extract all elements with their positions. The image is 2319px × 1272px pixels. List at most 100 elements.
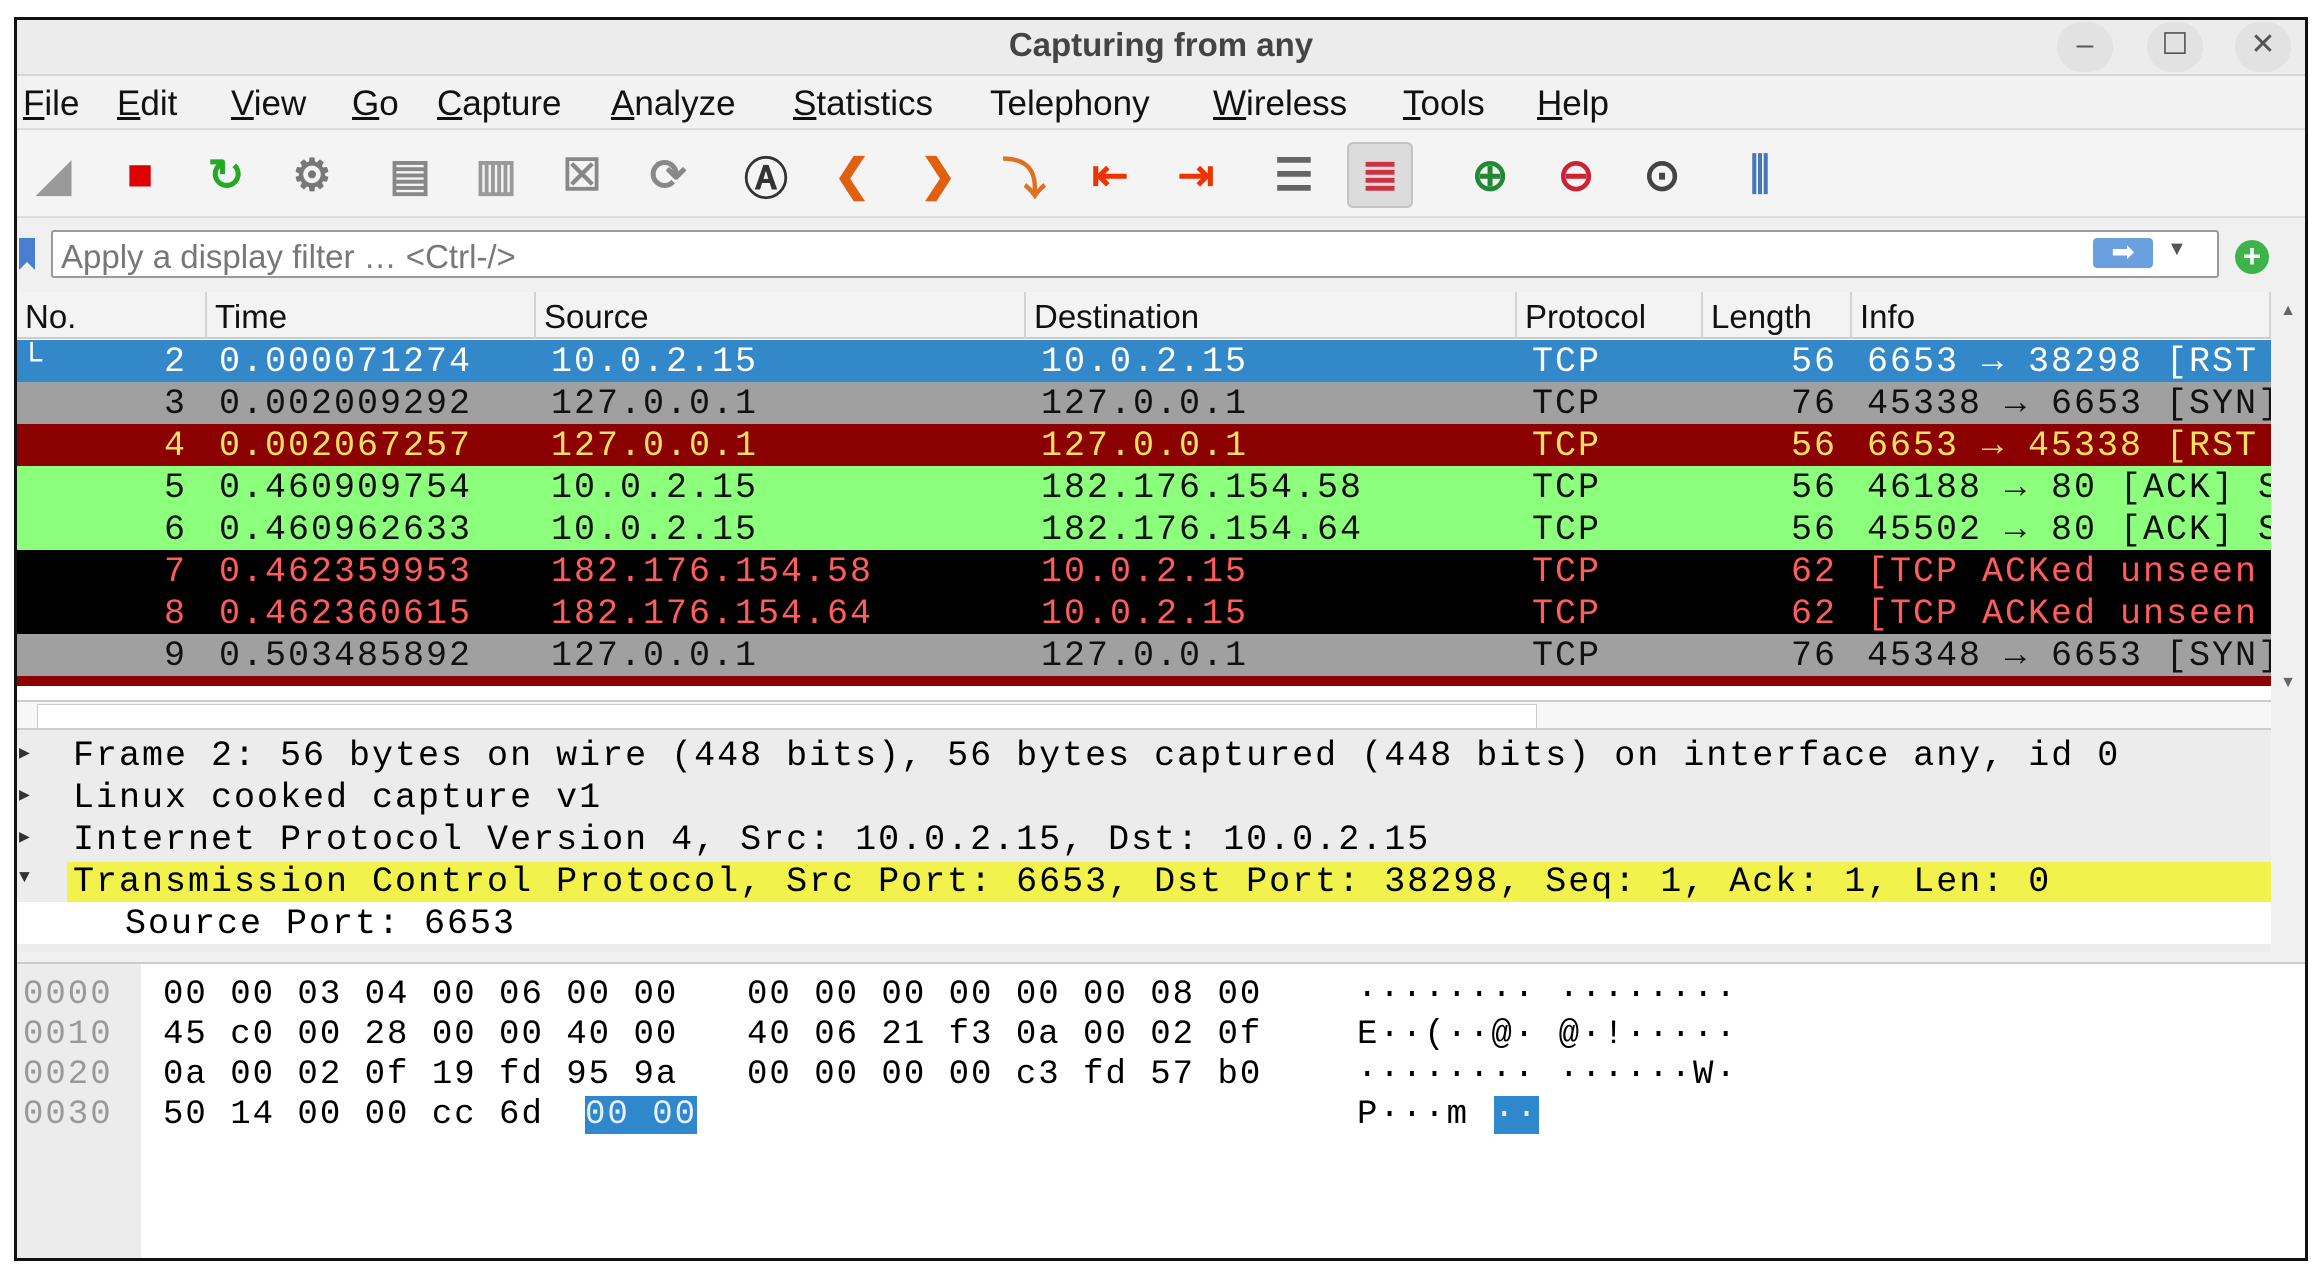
detail-row[interactable]: ▼ Transmission Control Protocol, Src Port… xyxy=(17,860,2271,902)
detail-text: Linux cooked capture v1 xyxy=(73,778,603,818)
cell-proto: TCP xyxy=(1532,426,1602,466)
find-packet-icon[interactable]: Ⓐ xyxy=(733,142,799,208)
menu-view[interactable]: View xyxy=(231,84,306,124)
zoom-out-icon[interactable]: ⊖ xyxy=(1543,142,1609,208)
detail-row[interactable]: ▶ Frame 2: 56 bytes on wire (448 bits), 5… xyxy=(17,734,2271,776)
menu-statistics[interactable]: Statistics xyxy=(793,84,933,124)
packet-row[interactable]: 8 0.462360615 182.176.154.64 10.0.2.15 TCP 62… xyxy=(17,592,2271,634)
packet-row[interactable]: 4 0.002067257 127.0.0.1 127.0.0.1 TCP 56 6653 … xyxy=(17,424,2271,466)
hex-bytes-2[interactable]: 00 00 00 00 c3 fd 57 b0 xyxy=(747,1056,1262,1094)
menu-edit[interactable]: Edit xyxy=(117,84,177,124)
cell-time: 0.002009292 xyxy=(219,384,473,424)
menu-analyze[interactable]: Analyze xyxy=(611,84,736,124)
cell-src: 127.0.0.1 xyxy=(551,384,759,424)
restart-capture-icon[interactable]: ↻ xyxy=(193,142,259,208)
close-file-icon[interactable]: ☒ xyxy=(549,142,615,208)
hex-bytes-1[interactable]: 50 14 00 00 cc 6d xyxy=(163,1096,544,1134)
hex-bytes-selected[interactable]: 00 00 xyxy=(585,1096,698,1134)
save-file-icon[interactable]: ▥ xyxy=(463,142,529,208)
go-to-packet-icon[interactable]: ⤵ xyxy=(991,142,1057,208)
hex-bytes-1[interactable]: 00 00 03 04 00 06 00 00 xyxy=(163,976,678,1014)
cell-proto: TCP xyxy=(1532,510,1602,550)
hex-bytes-1[interactable]: 0a 00 02 0f 19 fd 95 9a xyxy=(163,1056,678,1094)
hex-row: 0000 00 00 03 04 00 06 00 00 00 00 00 00 0… xyxy=(17,976,2305,1016)
column-header-time[interactable]: Time xyxy=(207,292,536,339)
packet-row[interactable]: 6 0.460962633 10.0.2.15 182.176.154.64 TCP 56… xyxy=(17,508,2271,550)
cell-time: 0.460909754 xyxy=(219,468,473,508)
zoom-in-icon[interactable]: ⊕ xyxy=(1457,142,1523,208)
column-header-protocol[interactable]: Protocol xyxy=(1517,292,1703,339)
hex-bytes-1[interactable]: 45 c0 00 28 00 00 40 00 xyxy=(163,1016,678,1054)
last-packet-icon[interactable]: ⇥ xyxy=(1163,142,1229,208)
menu-capture[interactable]: Capture xyxy=(437,84,562,124)
cell-src: 10.0.2.15 xyxy=(551,468,759,508)
display-filter-input[interactable]: Apply a display filter … <Ctrl-/> xyxy=(51,230,2219,278)
minimize-button[interactable]: – xyxy=(2057,22,2113,72)
menu-file[interactable]: File xyxy=(23,84,79,124)
filter-bookmark-icon[interactable] xyxy=(19,238,35,270)
expanded-arrow-icon[interactable]: ▼ xyxy=(19,868,32,888)
detail-text: Frame 2: 56 bytes on wire (448 bits), 56… xyxy=(73,736,2121,776)
packet-row[interactable]: 5 0.460909754 10.0.2.15 182.176.154.58 TCP 56… xyxy=(17,466,2271,508)
packet-row[interactable]: 3 0.002009292 127.0.0.1 127.0.0.1 TCP 76 45338… xyxy=(17,382,2271,424)
column-header-source[interactable]: Source xyxy=(536,292,1026,339)
packet-list[interactable]: No. Time Source Destination Protocol Length In… xyxy=(17,292,2271,700)
collapsed-arrow-icon[interactable]: ▶ xyxy=(19,784,32,806)
packet-bytes-pane[interactable]: 0000 00 00 03 04 00 06 00 00 00 00 00 00 0… xyxy=(17,962,2305,1258)
packet-row[interactable]: 9 0.503485892 127.0.0.1 127.0.0.1 TCP 76 45348… xyxy=(17,634,2271,676)
menu-help[interactable]: Help xyxy=(1537,84,1609,124)
column-header-no[interactable]: No. xyxy=(17,292,207,339)
auto-scroll-icon[interactable]: ☰ xyxy=(1261,142,1327,208)
hex-bytes-2[interactable]: 40 06 21 f3 0a 00 02 0f xyxy=(747,1016,1262,1054)
collapsed-arrow-icon[interactable]: ▶ xyxy=(19,826,32,848)
go-forward-icon[interactable]: ❯ xyxy=(905,142,971,208)
packet-details-pane[interactable]: ▶ Frame 2: 56 bytes on wire (448 bits), 5… xyxy=(17,728,2271,952)
open-file-icon[interactable]: ▤ xyxy=(377,142,443,208)
cell-len: 56 xyxy=(1790,468,1837,508)
start-capture-icon[interactable]: ◢ xyxy=(21,142,87,208)
add-filter-button[interactable]: + xyxy=(2235,240,2269,274)
cell-len: 76 xyxy=(1790,384,1837,424)
menu-tools[interactable]: Tools xyxy=(1403,84,1485,124)
apply-filter-button[interactable]: ➡ xyxy=(2093,238,2153,268)
column-header-info[interactable]: Info xyxy=(1852,292,2271,339)
column-header-destination[interactable]: Destination xyxy=(1026,292,1517,339)
collapsed-arrow-icon[interactable]: ▶ xyxy=(19,742,32,764)
menu-telephony[interactable]: Telephony xyxy=(990,84,1150,124)
cell-info: 45338 → 6653 [SYN] xyxy=(1867,384,2271,424)
menu-go[interactable]: Go xyxy=(352,84,399,124)
detail-row[interactable]: ▶ Internet Protocol Version 4, Src: 10.0.… xyxy=(17,818,2271,860)
packet-row[interactable]: 7 0.462359953 182.176.154.58 10.0.2.15 TCP 62… xyxy=(17,550,2271,592)
resize-columns-icon[interactable]: ⫼ xyxy=(1727,142,1793,208)
first-packet-icon[interactable]: ⇤ xyxy=(1077,142,1143,208)
packet-row[interactable]: └ 2 0.000071274 10.0.2.15 10.0.2.15 TCP 56 6653… xyxy=(17,340,2271,382)
cell-dst: 182.176.154.64 xyxy=(1041,510,1364,550)
hex-ascii[interactable]: ········ ······W· xyxy=(1357,1056,1738,1094)
colorize-icon[interactable]: ≣ xyxy=(1347,142,1413,208)
cell-info: 45348 → 6653 [SYN] xyxy=(1867,636,2271,676)
detail-row[interactable]: Source Port: 6653 xyxy=(17,902,2271,944)
column-header-length[interactable]: Length xyxy=(1703,292,1852,339)
capture-options-icon[interactable]: ⚙ xyxy=(279,142,345,208)
normal-size-icon[interactable]: ⊙ xyxy=(1629,142,1695,208)
hex-bytes-2[interactable]: 00 00 00 00 00 00 08 00 xyxy=(747,976,1262,1014)
go-back-icon[interactable]: ❮ xyxy=(819,142,885,208)
detail-row[interactable]: ▶ Linux cooked capture v1 xyxy=(17,776,2271,818)
filter-history-dropdown[interactable]: ▼ xyxy=(2167,238,2187,261)
hex-ascii-selected[interactable]: ·· xyxy=(1494,1096,1539,1134)
cell-proto: TCP xyxy=(1532,468,1602,508)
close-button[interactable]: ✕ xyxy=(2235,22,2291,72)
packet-list-vscrollbar[interactable]: ▲ ▼ xyxy=(2271,292,2305,700)
hex-ascii[interactable]: ········ ········ xyxy=(1357,976,1738,1014)
hex-ascii[interactable]: P···m xyxy=(1357,1096,1469,1134)
hex-ascii[interactable]: E··(··@· @·!····· xyxy=(1357,1016,1738,1054)
cell-dst: 10.0.2.15 xyxy=(1041,552,1249,592)
cell-dst: 127.0.0.1 xyxy=(1041,384,1249,424)
cell-no: 6 xyxy=(163,510,187,550)
packet-row-partial[interactable] xyxy=(17,676,2271,686)
maximize-button[interactable]: ☐ xyxy=(2147,22,2203,72)
menu-wireless[interactable]: Wireless xyxy=(1213,84,1347,124)
cell-dst: 10.0.2.15 xyxy=(1041,594,1249,634)
stop-capture-icon[interactable]: ■ xyxy=(107,142,173,208)
reload-file-icon[interactable]: ⟳ xyxy=(635,142,701,208)
